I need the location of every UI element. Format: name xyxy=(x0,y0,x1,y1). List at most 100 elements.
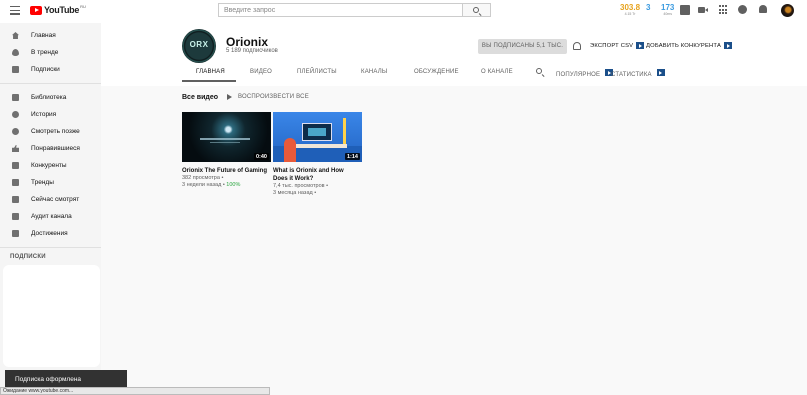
tab-statistics[interactable]: СТАТИСТИКА xyxy=(611,69,665,78)
messages-icon[interactable] xyxy=(738,5,747,14)
vidiq-stat-views[interactable]: 173 40ms xyxy=(661,4,674,17)
sidebar-item-watch-later[interactable]: Смотреть позже xyxy=(0,123,101,140)
video-title-line: What is Orionix and How xyxy=(273,168,344,174)
logo-region: RU xyxy=(80,3,86,9)
vidiq-icon xyxy=(656,69,665,76)
video-card[interactable]: 0:40 Orionix The Future of Gaming 382 пр… xyxy=(182,112,271,189)
youtube-logo[interactable]: YouTube RU xyxy=(30,3,86,15)
vidiq-icon xyxy=(12,213,19,220)
sidebar-item-channel-audit[interactable]: Аудит канала xyxy=(0,208,101,225)
channel-search-icon[interactable] xyxy=(536,68,542,74)
sidebar-item-library[interactable]: Библиотека xyxy=(0,89,101,106)
export-csv-button[interactable]: ЭКСПОРТ CSV xyxy=(590,42,645,49)
views-text: 7,4 тыс. просмотров xyxy=(273,183,325,189)
add-competitor-label: ДОБАВИТЬ КОНКУРЕНТА xyxy=(646,42,722,49)
sidebar-item-history[interactable]: История xyxy=(0,106,101,123)
search-button[interactable] xyxy=(463,3,491,17)
sidebar-item-label: Конкуренты xyxy=(31,162,67,169)
tab-videos[interactable]: ВИДЕО xyxy=(250,69,272,75)
watch-later-icon xyxy=(12,128,19,135)
section-title[interactable]: Все видео xyxy=(182,94,218,101)
stats-grid-icon[interactable] xyxy=(680,5,690,15)
sidebar-item-label: История xyxy=(31,111,57,118)
stat-value: 303.8 xyxy=(620,3,641,12)
logo-text: YouTube xyxy=(44,5,80,15)
subscriptions-icon xyxy=(12,66,19,73)
thumbnail-art xyxy=(284,138,296,162)
active-tab-indicator xyxy=(182,80,236,82)
sidebar-item-trending[interactable]: В тренде xyxy=(0,44,101,61)
sidebar-item-label: Смотреть позже xyxy=(31,128,80,135)
sidebar-item-label: Библиотека xyxy=(31,94,67,101)
sidebar-item-label: Сейчас смотрят xyxy=(31,196,80,203)
sidebar-divider xyxy=(0,83,101,84)
sidebar-item-label: В тренде xyxy=(31,49,59,56)
sidebar-item-home[interactable]: Главная xyxy=(0,27,101,44)
tab-about[interactable]: О КАНАЛЕ xyxy=(481,69,513,75)
search-box xyxy=(218,3,463,17)
youtube-play-icon xyxy=(30,5,42,15)
video-card[interactable]: 1:14 What is Orionix and How Does it Wor… xyxy=(273,112,362,197)
thumbnail-art xyxy=(343,118,346,144)
play-all-label: ВОСПРОИЗВЕСТИ ВСЕ xyxy=(238,94,309,100)
thumbnail-caption xyxy=(210,142,240,143)
play-icon xyxy=(227,94,232,100)
apps-grid-icon[interactable] xyxy=(719,5,729,15)
video-thumbnail[interactable]: 0:40 xyxy=(182,112,271,162)
channel-avatar-text: ORX xyxy=(189,40,209,49)
video-title[interactable]: What is Orionix and How Does it Work? xyxy=(273,167,362,183)
age-text: 3 недели назад xyxy=(182,182,222,188)
subscribed-button[interactable]: ВЫ ПОДПИСАНЫ 5,1 ТЫС. xyxy=(478,39,567,54)
stat-value: 173 xyxy=(661,3,675,12)
tab-channels[interactable]: КАНАЛЫ xyxy=(361,69,387,75)
vidiq-icon xyxy=(12,179,19,186)
tab-discussion[interactable]: ОБСУЖДЕНИЕ xyxy=(414,69,459,75)
library-icon xyxy=(12,94,19,101)
sidebar-item-trends[interactable]: Тренды xyxy=(0,174,101,191)
video-thumbnail[interactable]: 1:14 xyxy=(273,112,362,162)
vidiq-stat-score[interactable]: 303.8 4.15 Tr xyxy=(620,4,640,17)
sidebar-divider xyxy=(0,247,101,248)
stat-sub: 40ms xyxy=(663,12,672,16)
thumbnail-art xyxy=(302,123,332,141)
video-title[interactable]: Orionix The Future of Gaming xyxy=(182,167,271,175)
tab-home[interactable]: ГЛАВНАЯ xyxy=(196,69,225,75)
tab-statistics-label: СТАТИСТИКА xyxy=(611,72,652,78)
play-all-button[interactable]: ВОСПРОИЗВЕСТИ ВСЕ xyxy=(227,94,309,100)
stat-sub: 4.15 Tr xyxy=(624,12,636,16)
sidebar-item-label: Тренды xyxy=(31,179,54,186)
vidiq-stat-count[interactable]: 3 xyxy=(646,4,650,12)
sidebar-item-label: Аудит канала xyxy=(31,213,72,220)
stat-value: 3 xyxy=(646,3,651,12)
create-video-icon[interactable] xyxy=(698,7,708,13)
add-competitor-button[interactable]: ДОБАВИТЬ КОНКУРЕНТА xyxy=(646,42,733,49)
account-avatar[interactable] xyxy=(781,4,794,17)
sidebar-item-label: Понравившиеся xyxy=(31,145,80,152)
sidebar-item-competitors[interactable]: Конкуренты xyxy=(0,157,101,174)
sidebar-item-subscriptions[interactable]: Подписки xyxy=(0,61,101,78)
subscriber-count: 5 189 подписчиков xyxy=(226,48,278,54)
tab-popular[interactable]: ПОПУЛЯРНОЕ xyxy=(556,69,614,78)
subscriptions-heading: ПОДПИСКИ xyxy=(10,254,46,260)
video-duration: 0:40 xyxy=(253,153,269,160)
top-bar: YouTube RU 303.8 4.15 Tr 3 173 40ms xyxy=(0,0,807,23)
notification-bell-icon[interactable] xyxy=(573,42,581,50)
video-views: 7,4 тыс. просмотров • xyxy=(273,183,329,189)
browser-status-bar: Ожидание www.youtube.com... xyxy=(0,387,270,395)
video-title-line: Does it Work? xyxy=(273,176,314,182)
notifications-bell-icon[interactable] xyxy=(759,5,767,13)
vidiq-icon xyxy=(12,162,19,169)
age-text: 3 месяца назад xyxy=(273,190,313,196)
video-age: 3 месяца назад • xyxy=(273,190,317,196)
export-csv-label: ЭКСПОРТ CSV xyxy=(590,42,634,49)
search-input[interactable] xyxy=(219,4,462,16)
channel-avatar[interactable]: ORX xyxy=(182,29,216,63)
sidebar-item-watching-now[interactable]: Сейчас смотрят xyxy=(0,191,101,208)
history-icon xyxy=(12,111,19,118)
trending-icon xyxy=(12,49,19,56)
tab-playlists[interactable]: ПЛЕЙЛИСТЫ xyxy=(297,69,337,75)
menu-icon[interactable] xyxy=(10,6,20,16)
sidebar-item-liked[interactable]: Понравившиеся xyxy=(0,140,101,157)
sidebar-item-achievements[interactable]: Достижения xyxy=(0,225,101,242)
liked-icon xyxy=(12,145,19,152)
